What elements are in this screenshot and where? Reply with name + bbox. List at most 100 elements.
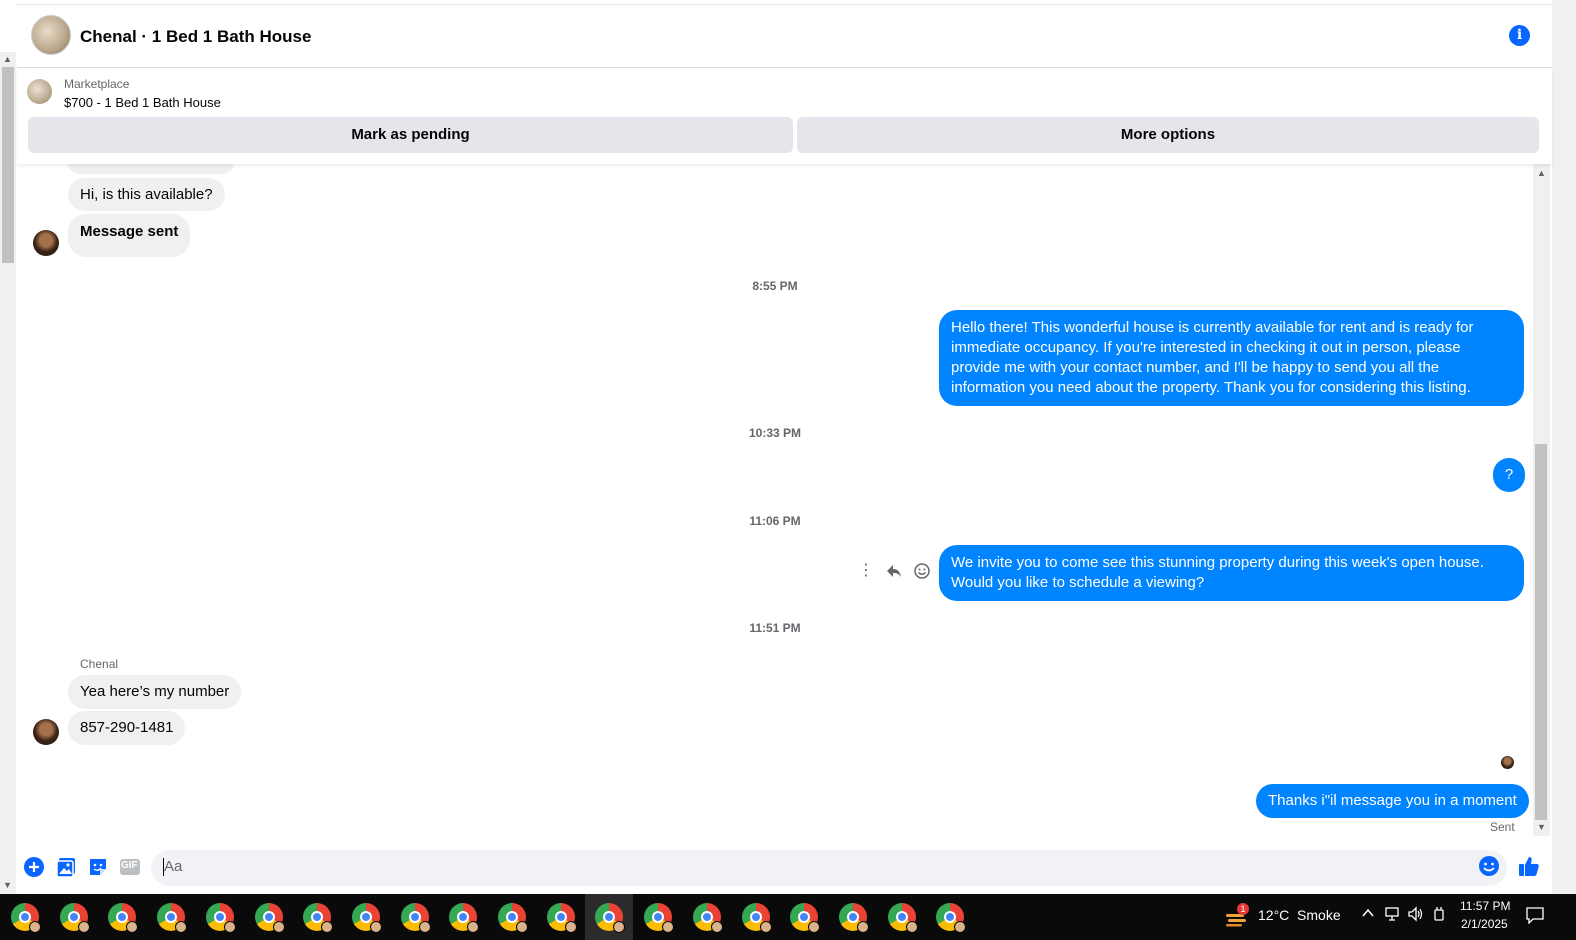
profile-badge-icon <box>29 921 41 933</box>
chrome-taskbar-icon[interactable] <box>595 903 626 933</box>
chrome-taskbar-icon[interactable] <box>546 903 577 933</box>
message-bubble-outgoing[interactable]: We invite you to come see this stunning … <box>939 545 1524 601</box>
profile-badge-icon <box>759 921 772 933</box>
profile-badge-icon <box>856 921 869 933</box>
message-actions: ⋮ <box>857 562 931 580</box>
sender-avatar[interactable] <box>33 719 59 745</box>
profile-badge-icon <box>369 921 382 933</box>
more-options-button[interactable]: More options <box>797 117 1539 153</box>
marketplace-listing-bar: Marketplace $700 - 1 Bed 1 Bath House Ma… <box>17 68 1552 164</box>
message-bubble-incoming[interactable]: Message sent <box>68 214 191 257</box>
profile-badge-icon <box>321 921 334 933</box>
sender-name: Chenal <box>80 657 119 671</box>
chrome-taskbar-icon[interactable] <box>205 903 236 933</box>
chrome-taskbar-icon[interactable] <box>11 903 41 933</box>
listing-kicker: Marketplace <box>64 77 130 91</box>
scroll-down-arrow-icon[interactable]: ▼ <box>3 880 12 890</box>
gif-label: GIF <box>121 860 138 871</box>
chrome-taskbar-icon[interactable] <box>303 903 334 933</box>
react-emoji-icon[interactable] <box>913 562 931 580</box>
chat-scrollbar-thumb[interactable] <box>1535 444 1547 820</box>
profile-badge-icon <box>126 921 139 933</box>
chrome-taskbar-icon[interactable] <box>449 903 480 933</box>
profile-badge-icon <box>808 921 821 933</box>
gif-icon[interactable]: GIF <box>119 856 141 878</box>
timestamp: 10:33 PM <box>748 426 802 440</box>
profile-badge-icon <box>418 921 431 933</box>
message-bubble-incoming[interactable]: Yea here’s my number <box>68 675 242 709</box>
chrome-taskbar-icon[interactable] <box>351 903 382 933</box>
reply-icon[interactable] <box>885 562 903 580</box>
chrome-taskbar-icon[interactable] <box>838 903 869 933</box>
message-bubble-outgoing[interactable]: Hello there! This wonderful house is cur… <box>939 310 1524 406</box>
chrome-taskbar-icon[interactable] <box>59 903 90 933</box>
sticker-icon[interactable] <box>87 856 109 878</box>
chevron-up-icon[interactable] <box>1361 906 1375 923</box>
profile-badge-icon <box>954 921 967 933</box>
profile-badge-icon <box>662 921 675 933</box>
profile-badge-icon <box>223 921 236 933</box>
chrome-taskbar-icon[interactable] <box>887 903 918 933</box>
profile-badge-icon <box>516 921 528 933</box>
message-bubble-outgoing[interactable]: Thanks i"il message you in a moment <box>1256 784 1529 818</box>
scroll-up-arrow-icon[interactable]: ▲ <box>1537 168 1546 178</box>
profile-badge-icon <box>905 921 918 933</box>
clock-date[interactable]: 2/1/2025 <box>1461 917 1508 931</box>
listing-product[interactable]: $700 - 1 Bed 1 Bath House <box>64 95 221 110</box>
message-thread[interactable]: Hi, is this available? Message sent 8:55… <box>17 164 1552 846</box>
chrome-taskbar-icon[interactable] <box>790 903 821 933</box>
profile-badge-icon <box>272 921 285 933</box>
profile-badge-icon <box>467 921 480 933</box>
chrome-taskbar-icon[interactable] <box>108 903 139 933</box>
read-receipt-avatar <box>1501 756 1514 769</box>
message-bubble-partial[interactable] <box>68 164 234 174</box>
chrome-taskbar-icon[interactable] <box>644 903 675 933</box>
conversation-title[interactable]: Chenal · 1 Bed 1 Bath House <box>80 27 311 47</box>
photo-icon[interactable] <box>55 856 77 878</box>
network-icon[interactable] <box>1384 906 1400 925</box>
page-scrollbar-thumb[interactable] <box>2 67 14 263</box>
windows-taskbar: 1 12°C Smoke 11:57 PM 2/1/2025 <box>0 894 1576 940</box>
weather-badge: 1 <box>1237 903 1249 915</box>
scroll-down-arrow-icon[interactable]: ▼ <box>1537 822 1546 832</box>
profile-badge-icon <box>710 921 723 933</box>
chrome-taskbar-icon[interactable] <box>157 903 188 933</box>
page-scrollbar[interactable]: ▲ ▼ <box>0 52 16 894</box>
message-composer: GIF Aa <box>17 846 1552 894</box>
emoji-icon[interactable] <box>1478 855 1500 877</box>
sender-avatar[interactable] <box>33 230 59 256</box>
conversation-avatar[interactable] <box>31 15 71 55</box>
chrome-taskbar-icon[interactable] <box>741 903 772 933</box>
volume-icon[interactable] <box>1407 906 1425 925</box>
more-vertical-icon[interactable]: ⋮ <box>857 562 875 580</box>
chrome-taskbar-icon[interactable] <box>692 903 723 933</box>
profile-badge-icon <box>175 921 188 933</box>
thumbs-up-icon[interactable] <box>1517 854 1539 876</box>
timestamp: 8:55 PM <box>752 279 798 293</box>
notifications-icon[interactable] <box>1525 906 1545 927</box>
message-bubble-incoming[interactable]: Hi, is this available? <box>68 178 225 211</box>
info-icon[interactable]: i <box>1509 25 1530 46</box>
message-bubble-outgoing[interactable]: ? <box>1493 458 1525 492</box>
mark-as-pending-button[interactable]: Mark as pending <box>28 117 793 153</box>
message-status: Sent <box>1490 820 1515 834</box>
profile-badge-icon <box>77 921 90 933</box>
chrome-taskbar-icon[interactable] <box>254 903 285 933</box>
timestamp: 11:51 PM <box>749 621 801 635</box>
clock-time[interactable]: 11:57 PM <box>1460 899 1510 913</box>
battery-plug-icon[interactable] <box>1432 906 1446 925</box>
message-input[interactable] <box>151 850 1507 886</box>
listing-thumbnail[interactable] <box>27 79 52 104</box>
plus-circle-icon[interactable] <box>23 856 45 878</box>
message-input-placeholder: Aa <box>164 858 183 875</box>
chrome-taskbar-icon[interactable] <box>936 903 967 933</box>
profile-badge-icon <box>564 921 577 933</box>
chrome-taskbar-icon[interactable] <box>400 903 431 933</box>
chat-scrollbar[interactable]: ▲ ▼ <box>1533 164 1550 836</box>
chrome-taskbar-icon[interactable] <box>498 903 528 933</box>
page-right-gutter <box>1552 0 1576 894</box>
weather-text[interactable]: 12°C Smoke <box>1258 907 1341 923</box>
scroll-up-arrow-icon[interactable]: ▲ <box>3 54 12 64</box>
conversation-header: Chenal · 1 Bed 1 Bath House i <box>17 4 1552 68</box>
message-bubble-incoming[interactable]: 857-290-1481 <box>68 711 186 745</box>
